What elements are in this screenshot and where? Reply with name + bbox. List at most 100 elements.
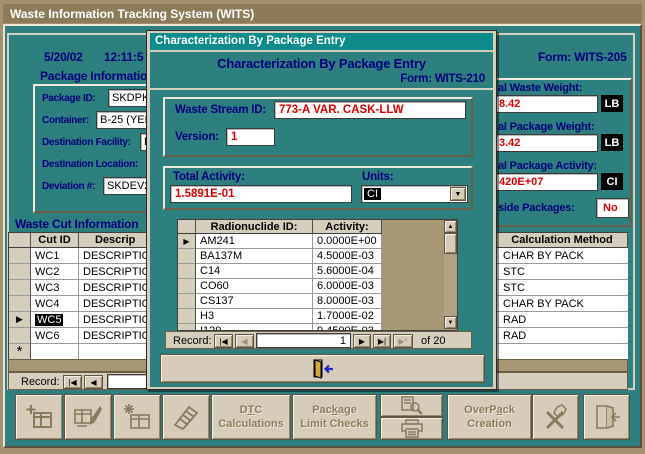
units-label: Units: [362, 171, 394, 183]
calculation-method-column-header[interactable]: Calculation Method [497, 233, 628, 248]
method-cell[interactable]: CHAR BY PACK [497, 296, 628, 312]
grid-row-selector-header [178, 220, 196, 234]
activity-cell[interactable]: 6.0000E-03 [313, 279, 382, 294]
row-selector[interactable] [9, 264, 31, 280]
last-record-button[interactable]: ▶| [373, 334, 391, 348]
grid-dead-area [382, 220, 445, 330]
version-field[interactable]: 1 [226, 128, 275, 146]
print-preview-button[interactable] [380, 394, 443, 417]
method-cell[interactable]: RAD [497, 328, 628, 344]
row-selector[interactable] [9, 328, 31, 344]
total-waste-weight-label: al Waste Weight: [498, 82, 583, 94]
row-selector[interactable] [9, 280, 31, 296]
dialog-form-number: Form: WITS-210 [400, 73, 485, 85]
row-selector[interactable] [178, 294, 196, 309]
method-cell[interactable]: STC [497, 280, 628, 296]
activity-column-header[interactable]: Activity: [313, 220, 382, 234]
activity-cell[interactable]: 1.7000E-02 [313, 309, 382, 324]
row-selector[interactable] [178, 249, 196, 264]
record-number-value: 1 [339, 335, 346, 347]
dtc-calculations-button[interactable]: DTC Calculations [211, 394, 291, 440]
delete-eraser-button[interactable] [162, 394, 210, 440]
packages-field[interactable]: No [596, 198, 629, 218]
waste-weight-unit-badge: LB [601, 95, 623, 112]
exit-form-button[interactable] [583, 394, 630, 440]
total-package-activity-field[interactable]: 420E+07 [486, 173, 598, 191]
cancel-changes-button[interactable] [532, 394, 579, 440]
row-selector[interactable] [178, 309, 196, 324]
overpack-creation-button[interactable]: OverPack Creation [447, 394, 532, 440]
edit-record-button[interactable] [64, 394, 112, 440]
first-record-button[interactable]: |◀ [214, 334, 233, 348]
radionuclide-id-cell[interactable]: AM241 [196, 234, 313, 249]
package-id-label: Package ID: [42, 93, 96, 104]
total-waste-weight-field[interactable]: 8.42 [486, 95, 598, 113]
record-number-box[interactable]: 1 [256, 333, 351, 348]
waste-stream-id-field[interactable]: 773-A VAR. CASK-LLW [274, 101, 466, 119]
radionuclide-id-cell[interactable]: C14 [196, 264, 313, 279]
packages-label: side Packages: [498, 202, 575, 214]
row-selector[interactable] [9, 248, 31, 264]
first-record-button[interactable]: |◀ [63, 375, 82, 389]
cut-id-cell[interactable]: WC2 [31, 264, 79, 280]
units-combobox[interactable]: CI ▼ [361, 185, 468, 203]
waste-cut-cutid-column-header[interactable]: Cut ID [31, 233, 79, 248]
radionuclide-id-cell[interactable]: CS137 [196, 294, 313, 309]
row-selector[interactable] [178, 264, 196, 279]
total-package-activity-value: 420E+07 [499, 176, 544, 188]
cut-id-cell-selected[interactable]: WC5 [31, 312, 79, 328]
radionuclide-id-cell[interactable]: BA137M [196, 249, 313, 264]
window-titlebar[interactable]: Waste Information Tracking System (WITS) [3, 4, 642, 23]
new-record-asterisk-icon: * [16, 342, 23, 360]
new-cut-id-cell[interactable] [31, 344, 79, 360]
scroll-up-button[interactable]: ▲ [444, 220, 457, 233]
grid-vscrollbar[interactable]: ▲ ▼ [444, 220, 457, 330]
activity-cell[interactable]: 8.0000E-03 [313, 294, 382, 309]
cut-id-cell[interactable]: WC3 [31, 280, 79, 296]
print-button[interactable] [380, 417, 443, 440]
row-selector[interactable] [9, 296, 31, 312]
new-record-button: ▶* [393, 334, 413, 348]
next-record-button[interactable]: ▶ [353, 334, 371, 348]
current-row-selector[interactable]: ▶ [178, 234, 196, 249]
exit-door-icon [313, 358, 333, 379]
cut-id-cell[interactable]: WC6 [31, 328, 79, 344]
method-cell[interactable]: CHAR BY PACK [497, 248, 628, 264]
packages-value: No [603, 202, 618, 214]
row-selector[interactable] [178, 324, 196, 330]
dialog-exit-button[interactable] [160, 354, 485, 383]
row-selector[interactable] [178, 279, 196, 294]
current-row-selector[interactable]: ▶ [9, 312, 31, 328]
radionuclide-id-cell[interactable]: CO60 [196, 279, 313, 294]
activity-cell[interactable]: 4.5000E-03 [313, 249, 382, 264]
cut-id-cell[interactable]: WC4 [31, 296, 79, 312]
waste-cut-header: Waste Cut Information [15, 217, 139, 231]
total-package-weight-value: 3.42 [499, 137, 521, 149]
total-package-weight-field[interactable]: 3.42 [486, 134, 598, 152]
activity-cell[interactable]: 5.6000E-04 [313, 264, 382, 279]
previous-record-button[interactable]: ◀ [84, 375, 103, 389]
scroll-down-button[interactable]: ▼ [444, 316, 457, 329]
method-cell[interactable]: RAD [497, 312, 628, 328]
method-cell[interactable]: STC [497, 264, 628, 280]
new-record-selector[interactable]: * [9, 344, 31, 360]
package-limit-checks-label: Package Limit Checks [300, 404, 369, 430]
new-method-cell[interactable] [497, 344, 628, 360]
radionuclide-id-cell[interactable]: H3 [196, 309, 313, 324]
cut-id-cell[interactable]: WC1 [31, 248, 79, 264]
radionuclide-id-cell[interactable]: I129 [196, 324, 313, 330]
add-record-button[interactable] [15, 394, 63, 440]
new-record-button[interactable] [113, 394, 161, 440]
units-dropdown-arrow[interactable]: ▼ [450, 187, 466, 201]
waste-stream-id-label: Waste Stream ID: [175, 104, 266, 116]
scrollbar-thumb[interactable] [444, 233, 457, 254]
activity-cell[interactable]: 9.4500E-03 [313, 324, 382, 330]
dialog-titlebar[interactable]: Characterization By Package Entry [150, 33, 493, 50]
package-limit-checks-button[interactable]: Package Limit Checks [292, 394, 377, 440]
total-activity-field[interactable]: 1.5891E-01 [170, 185, 352, 203]
radionuclide-id-column-header[interactable]: Radionuclide ID: [196, 220, 313, 234]
dialog-divider [150, 88, 493, 90]
total-waste-weight-value: 8.42 [499, 98, 521, 110]
dialog-heading: Characterization By Package Entry [217, 56, 426, 71]
activity-cell[interactable]: 0.0000E+00 [313, 234, 382, 249]
